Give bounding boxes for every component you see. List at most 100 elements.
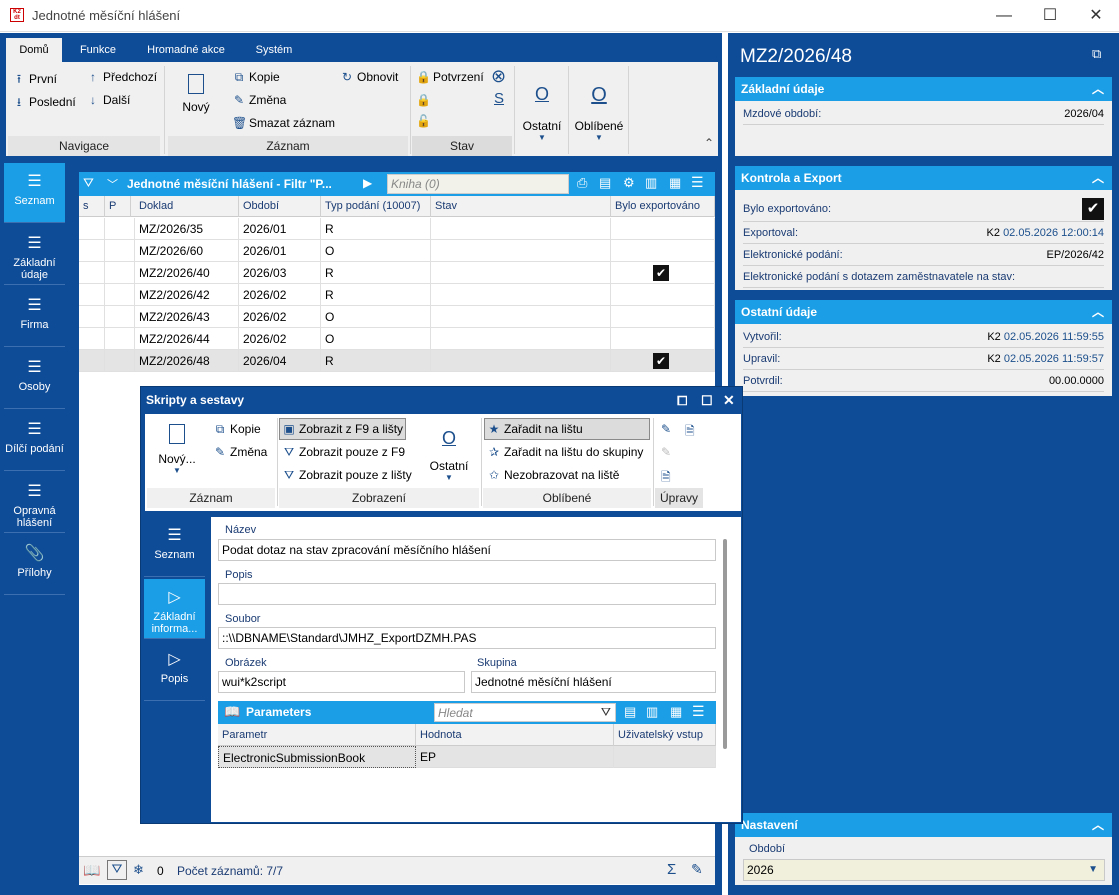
cell-typ[interactable]: O (321, 328, 431, 350)
cell-typ[interactable]: R (321, 218, 431, 240)
code-doc-icon[interactable]: 🗎 (661, 468, 671, 489)
nav-item-attachments[interactable]: 📎 Přílohy (4, 535, 65, 595)
table-row[interactable]: MZ2/2026/42 2026/02 R (79, 284, 715, 306)
cell-p[interactable] (105, 240, 135, 262)
chart-icon[interactable]: ▤ (599, 175, 611, 191)
cell-p[interactable] (105, 218, 135, 240)
dlg-nav-list[interactable]: ☰ Seznam (144, 517, 205, 577)
script-doc-icon[interactable]: 🗎 (685, 422, 695, 443)
pencil-icon[interactable]: ✎ (691, 861, 703, 878)
desc-field[interactable] (218, 583, 716, 605)
cell-typ[interactable]: R (321, 262, 431, 284)
cell-s[interactable] (79, 218, 105, 240)
param-name[interactable]: ElectronicSubmissionBook (218, 746, 416, 768)
dlg-nav-description[interactable]: ▷ Popis (144, 641, 205, 701)
close-button[interactable]: ✕ (1073, 0, 1119, 32)
menu-icon[interactable]: ☰ (692, 703, 705, 720)
tab-system[interactable]: Systém (244, 38, 304, 62)
cell-stav[interactable] (431, 240, 611, 262)
change-button[interactable]: ✎ Změna (232, 93, 286, 107)
section-settings[interactable]: Nastavení ︿ (735, 813, 1112, 837)
previous-button[interactable]: ↑ Předchozí (86, 70, 157, 84)
tab-bulk-actions[interactable]: Hromadné akce (136, 38, 236, 62)
cell-typ[interactable]: R (321, 284, 431, 306)
param-user[interactable] (614, 746, 716, 768)
cell-exported[interactable]: ✔ (611, 350, 715, 372)
cell-obdobi[interactable]: 2026/01 (239, 240, 321, 262)
cell-p[interactable] (105, 262, 135, 284)
state-s-button[interactable]: S (494, 90, 504, 107)
menu-icon[interactable]: ☰ (691, 174, 704, 191)
chart-icon[interactable]: ▤ (624, 704, 636, 720)
dlg-new-button[interactable]: Nový... ▼ (157, 424, 197, 475)
delete-button[interactable]: 🗑 Smazat záznam (232, 116, 335, 130)
export-icon[interactable]: ▦ (670, 704, 682, 720)
cell-exported[interactable] (611, 284, 715, 306)
add-bar-group-button[interactable]: ✰ Zařadit na lištu do skupiny (487, 445, 643, 459)
col-stav[interactable]: Stav (431, 196, 611, 217)
copy-button[interactable]: ⧉ Kopie (232, 70, 280, 85)
cell-doklad[interactable]: MZ/2026/60 (135, 240, 239, 262)
close-icon[interactable]: ✕ (723, 387, 735, 414)
cell-exported[interactable] (611, 306, 715, 328)
period-select[interactable]: 2026 ▼ (743, 859, 1105, 881)
nav-item-partial[interactable]: ☰ Dílčí podání (4, 411, 65, 471)
collapse-ribbon-icon[interactable]: ⌃ (704, 136, 714, 150)
confirm-button[interactable]: 🔒 Potvrzení (416, 70, 484, 84)
next-button[interactable]: ↓ Další (86, 93, 130, 107)
col-doklad[interactable]: Doklad (135, 196, 239, 217)
cell-obdobi[interactable]: 2026/02 (239, 328, 321, 350)
col-obdobi[interactable]: Období (239, 196, 321, 217)
table-row[interactable]: MZ/2026/60 2026/01 O (79, 240, 715, 262)
favorite-button[interactable]: O Oblíbené ▼ (574, 84, 624, 142)
cell-doklad[interactable]: MZ/2026/35 (135, 218, 239, 240)
cell-exported[interactable] (611, 218, 715, 240)
params-row[interactable]: ElectronicSubmissionBook EP (218, 746, 716, 768)
maximize-icon[interactable]: ☐ (701, 387, 713, 414)
cell-obdobi[interactable]: 2026/02 (239, 306, 321, 328)
cell-p[interactable] (105, 306, 135, 328)
show-bar-button[interactable]: ⛛ Zobrazit pouze z lišty (282, 468, 412, 483)
columns-icon[interactable]: ▥ (646, 704, 658, 720)
cell-p[interactable] (105, 350, 135, 372)
name-field[interactable]: Podat dotaz na stav zpracování měsíčního… (218, 539, 716, 561)
book-icon[interactable]: 📖 (83, 862, 100, 879)
col-p[interactable]: P (105, 196, 131, 217)
nav-item-persons[interactable]: ☰ Osoby (4, 349, 65, 409)
settings-icon[interactable]: ⚙ (623, 175, 635, 191)
cell-stav[interactable] (431, 262, 611, 284)
cell-typ[interactable]: R (321, 350, 431, 372)
nav-item-basic[interactable]: ☰ Základní údaje (4, 225, 65, 285)
table-row[interactable]: MZ2/2026/44 2026/02 O (79, 328, 715, 350)
col-exported[interactable]: Bylo exportováno (611, 196, 715, 217)
param-value[interactable]: EP (416, 746, 614, 768)
maximize-button[interactable]: ☐ (1027, 0, 1073, 32)
tab-home[interactable]: Domů (6, 38, 62, 62)
snowflake-icon[interactable]: ❄ (133, 862, 144, 878)
scrollbar[interactable] (723, 539, 727, 749)
sum-icon[interactable]: Σ (667, 861, 676, 878)
print-icon[interactable]: ⎙ (577, 175, 587, 191)
collapse-icon[interactable]: ︿ (1092, 813, 1104, 837)
cell-obdobi[interactable]: 2026/03 (239, 262, 321, 284)
params-search-input[interactable]: Hledat ⛛ (434, 703, 616, 722)
cell-doklad[interactable]: MZ2/2026/44 (135, 328, 239, 350)
cell-s[interactable] (79, 350, 105, 372)
collapse-icon[interactable]: ︿ (1092, 77, 1104, 101)
cell-doklad[interactable]: MZ2/2026/43 (135, 306, 239, 328)
show-f9-bar-button[interactable]: ▣ Zobrazit z F9 a lišty (279, 418, 407, 440)
minimize-button[interactable]: — (981, 0, 1027, 32)
cell-obdobi[interactable]: 2026/01 (239, 218, 321, 240)
cell-doklad[interactable]: MZ2/2026/48 (135, 350, 239, 372)
cell-p[interactable] (105, 328, 135, 350)
group-field[interactable]: Jednotné měsíční hlášení (471, 671, 716, 693)
table-row[interactable]: MZ2/2026/43 2026/02 O (79, 306, 715, 328)
dlg-copy-button[interactable]: ⧉ Kopie (213, 422, 261, 437)
dlg-change-button[interactable]: ✎ Změna (213, 445, 267, 459)
col-user-input[interactable]: Uživatelský vstup (614, 724, 716, 746)
cell-typ[interactable]: O (321, 240, 431, 262)
col-s[interactable]: s (79, 196, 105, 217)
cell-s[interactable] (79, 328, 105, 350)
dlg-nav-basic[interactable]: ▷ Základní informa... (144, 579, 205, 639)
book-search-input[interactable]: Kniha (0) (387, 174, 569, 194)
